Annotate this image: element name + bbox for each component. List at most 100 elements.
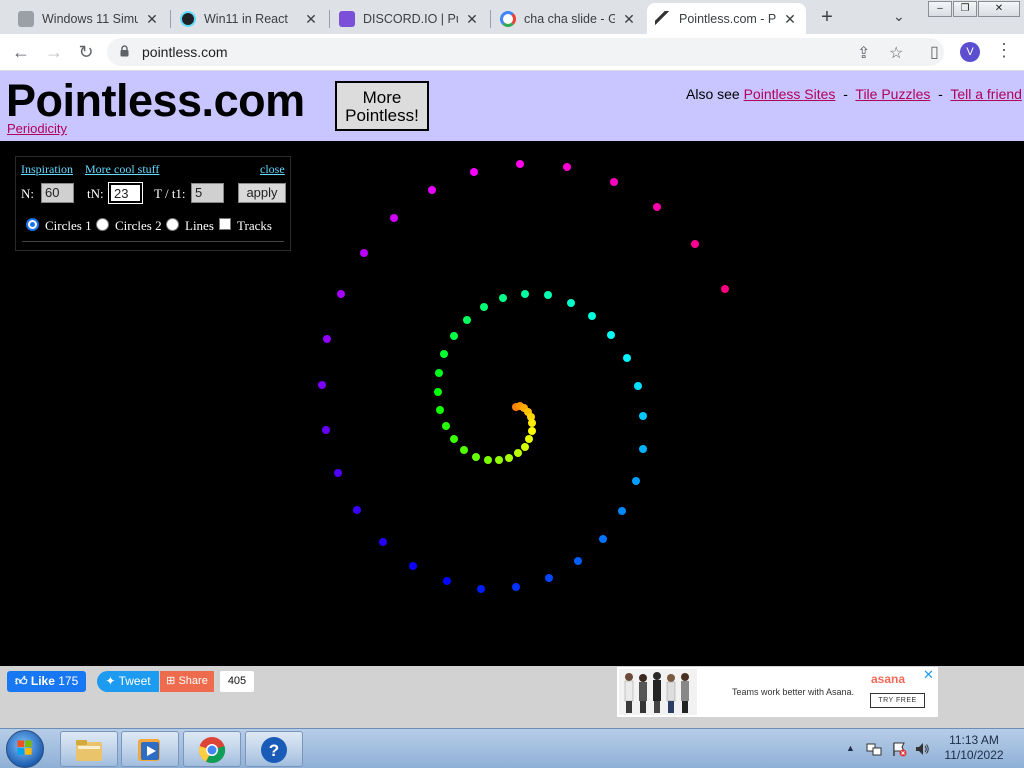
- circles-1-radio[interactable]: [26, 218, 39, 231]
- action-center-flag-icon[interactable]: [891, 741, 907, 757]
- share-button[interactable]: ⊞ Share: [160, 671, 214, 692]
- url-text[interactable]: pointless.com: [142, 44, 228, 60]
- orbit-dot: [494, 456, 503, 465]
- close-tab-icon[interactable]: ✕: [621, 11, 637, 27]
- orbit-dot: [483, 456, 492, 465]
- taskbar-chrome[interactable]: [183, 731, 241, 767]
- thumbs-up-icon: 👍︎: [15, 674, 28, 688]
- taskbar-help[interactable]: ?: [245, 731, 303, 767]
- close-tab-icon[interactable]: ✕: [782, 11, 798, 27]
- orbit-dot: [442, 577, 451, 586]
- orbit-dot: [638, 444, 647, 453]
- taskbar-media-player[interactable]: [121, 731, 179, 767]
- browser-toolbar: ← → ↻ pointless.com ⇪ ☆ ▯ V ⋮: [0, 34, 1024, 71]
- bookmark-star-icon[interactable]: ☆: [889, 43, 903, 63]
- circles-2-radio[interactable]: [96, 218, 109, 231]
- close-tab-icon[interactable]: ✕: [144, 11, 160, 27]
- also-see-links: Also see Pointless Sites - Tile Puzzles …: [686, 86, 1022, 102]
- lock-icon[interactable]: [120, 45, 129, 57]
- plus-icon: ⊞: [166, 675, 176, 687]
- more-cool-stuff-link[interactable]: More cool stuff: [85, 162, 159, 177]
- inspiration-link[interactable]: Inspiration: [21, 162, 73, 177]
- tab-divider: [490, 10, 491, 28]
- volume-icon[interactable]: [914, 741, 930, 757]
- share-bar: 👍︎ Like 175 ✦ Tweet ⊞ Share 405 Teams wo…: [0, 666, 1024, 728]
- tab-title: cha cha slide - Go: [524, 11, 615, 26]
- tell-a-friend-link[interactable]: Tell a friend: [950, 86, 1022, 102]
- orbit-dot: [721, 284, 730, 293]
- tab-divider: [329, 10, 330, 28]
- periodicity-link[interactable]: Periodicity: [7, 121, 67, 136]
- window-close-button[interactable]: ✕: [978, 1, 1020, 17]
- tab-title: Win11 in React: [204, 11, 288, 26]
- maximize-button[interactable]: ❐: [953, 1, 977, 17]
- orbit-dot: [479, 302, 488, 311]
- like-label: Like: [30, 674, 55, 688]
- system-clock[interactable]: 11:13 AM 11/10/2022: [940, 733, 1008, 763]
- try-free-button[interactable]: TRY FREE: [870, 693, 925, 708]
- control-panel: Inspiration More cool stuff close N: 60 …: [15, 156, 291, 251]
- site-header: Pointless.com More Pointless! Periodicit…: [0, 71, 1024, 141]
- taskbar-explorer[interactable]: [60, 731, 118, 767]
- orbit-dot: [359, 249, 368, 258]
- orbit-dot: [639, 412, 648, 421]
- ratio-input[interactable]: 5: [191, 183, 224, 203]
- twitter-bird-icon: ✦: [105, 674, 116, 688]
- orbit-dot: [441, 421, 450, 430]
- tile-puzzles-link[interactable]: Tile Puzzles: [855, 86, 930, 102]
- tracks-checkbox[interactable]: [219, 218, 231, 230]
- more-pointless-button[interactable]: More Pointless!: [335, 81, 429, 131]
- apply-button[interactable]: apply: [238, 183, 286, 203]
- orbit-dot: [460, 445, 469, 454]
- close-panel-link[interactable]: close: [260, 162, 285, 177]
- ratio-label: T / t1:: [154, 186, 186, 201]
- new-tab-button[interactable]: +: [815, 6, 839, 30]
- reload-button[interactable]: ↻: [73, 40, 99, 64]
- orbit-dot: [378, 537, 387, 546]
- orbit-dot: [690, 239, 699, 248]
- site-logo[interactable]: Pointless.com: [6, 75, 305, 127]
- n-label: N:: [21, 186, 34, 201]
- tab-cha-cha-slide[interactable]: cha cha slide - Go ✕: [492, 3, 645, 34]
- tab-discord-io[interactable]: DISCORD.IO | Pub ✕: [331, 3, 488, 34]
- screen: Windows 11 Simu ✕ Win11 in React ✕ DISCO…: [0, 0, 1024, 768]
- react-icon: [180, 10, 196, 27]
- minimize-button[interactable]: –: [928, 1, 952, 17]
- tweet-button[interactable]: ✦ Tweet: [97, 671, 159, 692]
- back-button[interactable]: ←: [8, 40, 34, 64]
- close-tab-icon[interactable]: ✕: [464, 11, 480, 27]
- tab-search-icon[interactable]: ⌄: [893, 8, 905, 25]
- profile-avatar[interactable]: V: [960, 42, 980, 62]
- asana-advertisement[interactable]: Teams work better with Asana. asana TRY …: [617, 667, 938, 717]
- browser-menu-icon[interactable]: ⋮: [995, 40, 1013, 61]
- share-label: Share: [178, 675, 208, 687]
- close-tab-icon[interactable]: ✕: [303, 11, 319, 27]
- forward-button[interactable]: →: [41, 40, 67, 64]
- windows-taskbar: ? ▲ 11:13 AM 11/10/2022: [0, 728, 1024, 768]
- pointless-sites-link[interactable]: Pointless Sites: [744, 86, 836, 102]
- tab-pointless-com[interactable]: Pointless.com - Pe ✕: [647, 3, 806, 34]
- show-hidden-icons[interactable]: ▲: [846, 743, 855, 753]
- orbit-dot: [574, 557, 583, 566]
- address-bar[interactable]: pointless.com ⇪ ☆: [107, 38, 944, 66]
- panel-divider: [22, 241, 284, 242]
- share-icon[interactable]: ⇪: [857, 43, 870, 63]
- tn-input[interactable]: 23: [108, 182, 143, 204]
- orbit-dot: [477, 584, 486, 593]
- orbit-dot: [409, 561, 418, 570]
- tab-windows-11-sim[interactable]: Windows 11 Simu ✕: [10, 3, 168, 34]
- network-icon[interactable]: [866, 741, 882, 757]
- n-input[interactable]: 60: [41, 183, 74, 203]
- lines-label: Lines: [185, 218, 214, 233]
- more-button-line-1: More: [362, 88, 402, 107]
- facebook-like-button[interactable]: 👍︎ Like 175: [7, 671, 87, 692]
- link-separator: -: [938, 86, 943, 102]
- tab-win11-in-react[interactable]: Win11 in React ✕: [172, 3, 327, 34]
- side-panel-icon[interactable]: ▯: [930, 42, 939, 62]
- orbit-dot: [609, 177, 618, 186]
- start-button[interactable]: [6, 730, 44, 768]
- ad-close-icon[interactable]: ✕: [923, 667, 934, 683]
- lines-radio[interactable]: [166, 218, 179, 231]
- tn-label: tN:: [87, 186, 104, 201]
- folder-icon: [76, 740, 102, 761]
